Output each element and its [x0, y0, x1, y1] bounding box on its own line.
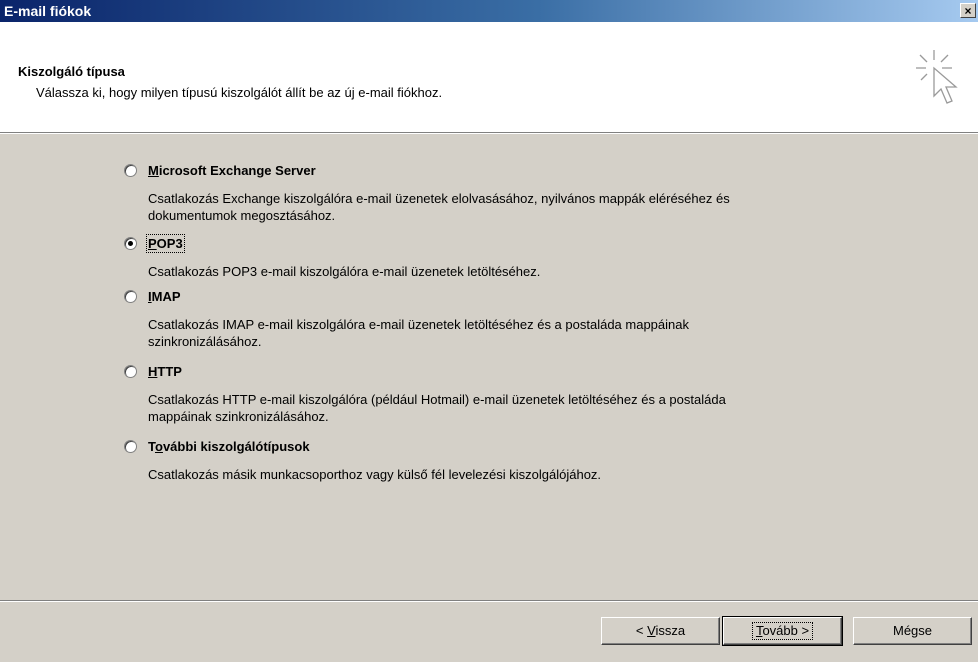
radio-pop3[interactable]	[124, 237, 137, 250]
option-exchange-desc: Csatlakozás Exchange kiszolgálóra e-mail…	[148, 191, 730, 223]
option-other-label[interactable]: További kiszolgálótípusok	[148, 439, 310, 454]
option-imap-desc: Csatlakozás IMAP e-mail kiszolgálóra e-m…	[148, 317, 689, 349]
server-type-options: Microsoft Exchange Server Csatlakozás Ex…	[0, 134, 978, 600]
option-exchange-label[interactable]: Microsoft Exchange Server	[148, 163, 316, 178]
option-http-label[interactable]: HTTP	[148, 364, 182, 379]
radio-http[interactable]	[124, 365, 137, 378]
wizard-cursor-icon	[916, 50, 958, 104]
wizard-header: Kiszolgáló típusa Válassza ki, hogy mily…	[0, 22, 978, 132]
window-title: E-mail fiókok	[4, 3, 92, 19]
option-pop3-label[interactable]: POP3	[146, 234, 185, 253]
page-subtitle: Válassza ki, hogy milyen típusú kiszolgá…	[36, 85, 443, 100]
close-button[interactable]: ×	[960, 3, 976, 18]
option-pop3-desc: Csatlakozás POP3 e-mail kiszolgálóra e-m…	[148, 264, 541, 279]
footer-separator	[0, 600, 978, 602]
back-button[interactable]: < Vissza	[601, 617, 720, 645]
title-bar: E-mail fiókok ×	[0, 0, 978, 22]
radio-imap[interactable]	[124, 290, 137, 303]
page-title: Kiszolgáló típusa	[18, 64, 125, 79]
option-http-desc: Csatlakozás HTTP e-mail kiszolgálóra (pé…	[148, 392, 726, 424]
cancel-button[interactable]: Mégse	[853, 617, 972, 645]
next-button[interactable]: Tovább >	[722, 616, 843, 646]
option-other-desc: Csatlakozás másik munkacsoporthoz vagy k…	[148, 467, 602, 482]
radio-exchange[interactable]	[124, 164, 137, 177]
radio-other[interactable]	[124, 440, 137, 453]
option-imap-label[interactable]: IMAP	[148, 289, 181, 304]
